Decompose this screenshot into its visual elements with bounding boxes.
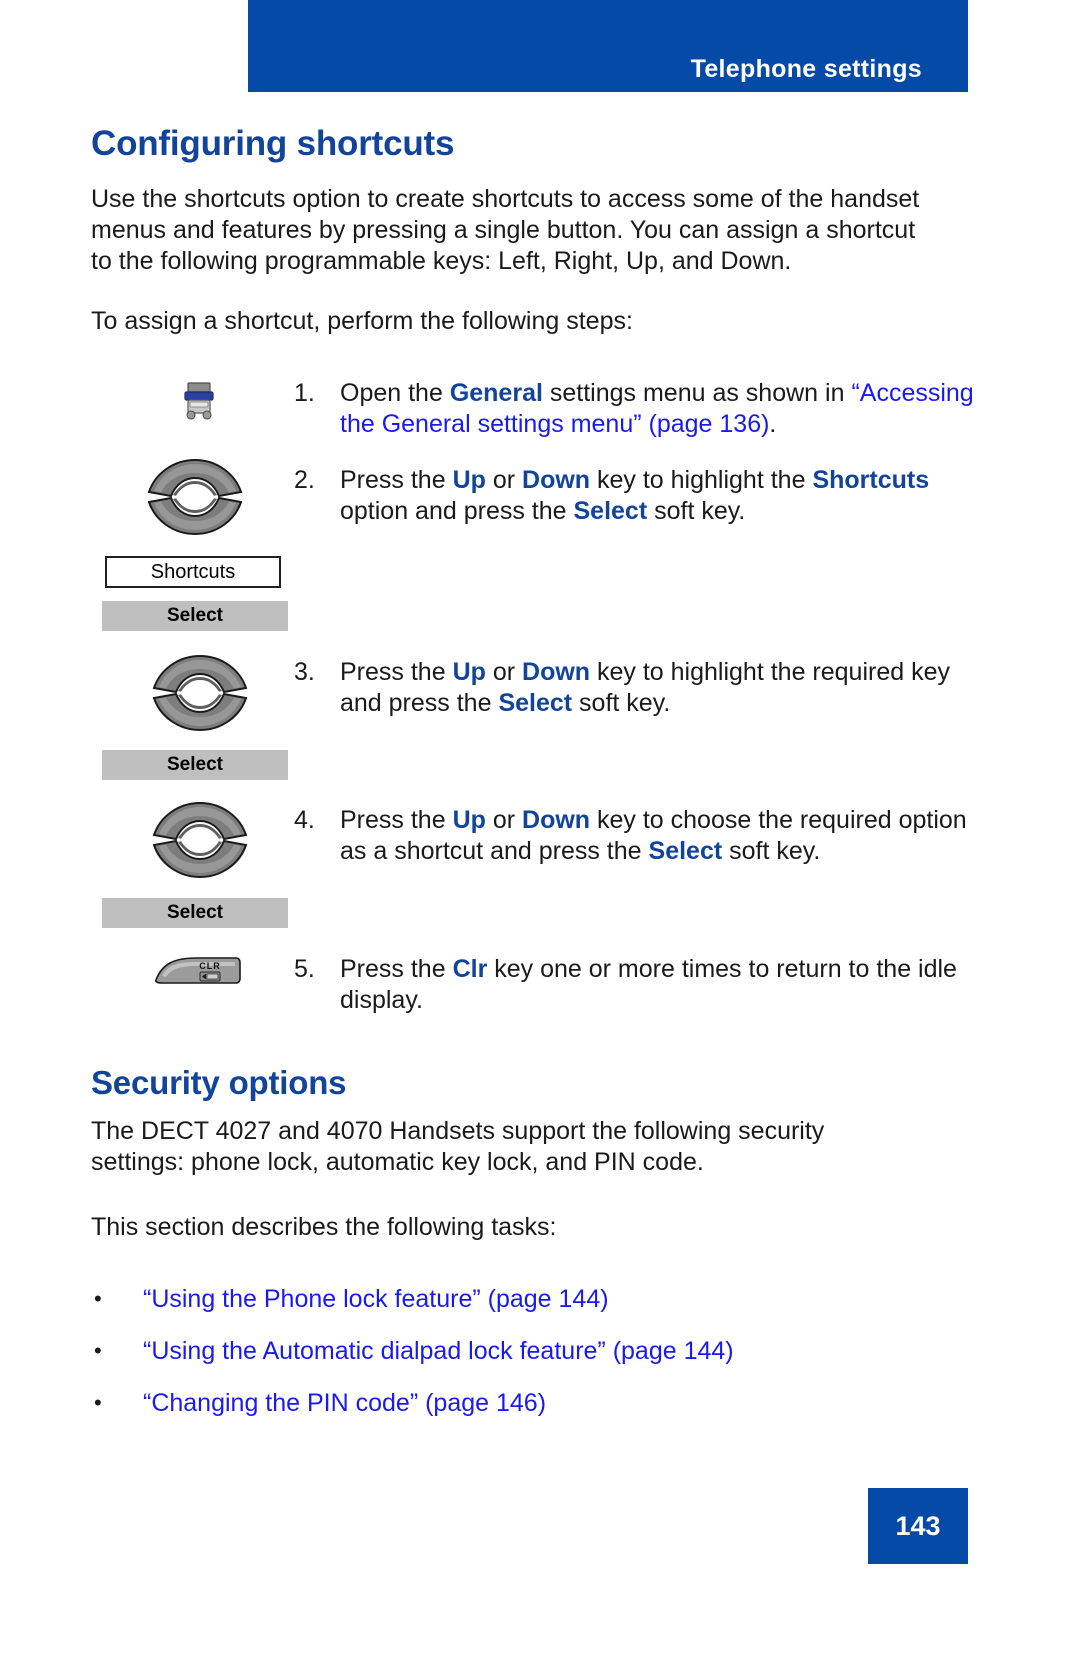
step-1-post: settings menu as shown in bbox=[542, 379, 845, 407]
softkey-select-2[interactable]: Select bbox=[102, 750, 288, 780]
step-4: 4. Press the Up or Down key to choose th… bbox=[294, 805, 980, 867]
bullet-dot-icon: • bbox=[94, 1390, 102, 1415]
step-2-number: 2. bbox=[294, 466, 315, 494]
step-5-bold-clr: Clr bbox=[452, 955, 488, 983]
intro-paragraph: Use the shortcuts option to create short… bbox=[91, 185, 920, 275]
step-5-number: 5. bbox=[294, 955, 315, 983]
step-2-t4: option and press the bbox=[340, 497, 574, 525]
link-using-phone-lock-feature[interactable]: “Using the Phone lock feature” (page 144… bbox=[143, 1285, 609, 1313]
step-4-bold-up: Up bbox=[452, 806, 486, 834]
step-3-text: Press the Up or Down key to highlight th… bbox=[340, 658, 950, 717]
step-4-number: 4. bbox=[294, 806, 315, 834]
section-title-security-options: Security options bbox=[91, 1064, 347, 1101]
step-3-number: 3. bbox=[294, 658, 315, 686]
page-number: 143 bbox=[895, 1511, 941, 1541]
step-2-t3: key to highlight the bbox=[590, 466, 813, 494]
step-2-text: Press the Up or Down key to highlight th… bbox=[340, 466, 929, 525]
nav-key-pair-3 bbox=[148, 795, 252, 885]
step-5-text: Press the Clr key one or more times to r… bbox=[340, 955, 957, 1014]
step-2-t1: Press the bbox=[340, 466, 453, 494]
up-arrow-key bbox=[152, 654, 248, 694]
lead-in-paragraph: To assign a shortcut, perform the follow… bbox=[91, 307, 633, 335]
down-arrow-key bbox=[152, 839, 248, 879]
nav-key-pair-2 bbox=[148, 648, 252, 738]
security-paragraph-1: The DECT 4027 and 4070 Handsets support … bbox=[91, 1117, 825, 1176]
step-3-bold-down: Down bbox=[522, 658, 591, 686]
page-title: Configuring shortcuts bbox=[91, 124, 455, 163]
page-header-bar: Telephone settings bbox=[248, 0, 968, 92]
up-arrow-key bbox=[152, 801, 248, 841]
step-1-text: Open the General settings menu as shown … bbox=[340, 379, 974, 438]
softkey-select-3[interactable]: Select bbox=[102, 898, 288, 928]
list-item: • “Using the Phone lock feature” (page 1… bbox=[91, 1284, 971, 1314]
down-arrow-key bbox=[147, 496, 243, 536]
link-changing-pin-code[interactable]: “Changing the PIN code” (page 146) bbox=[143, 1389, 546, 1417]
step-2-bold-select: Select bbox=[573, 497, 648, 525]
menu-item-shortcuts[interactable]: Shortcuts bbox=[105, 556, 281, 588]
step-5-t1: Press the bbox=[340, 955, 453, 983]
list-item: • “Changing the PIN code” (page 146) bbox=[91, 1388, 971, 1418]
step-2-bold-down: Down bbox=[522, 466, 591, 494]
step-1-bold-general: General bbox=[449, 379, 543, 407]
step-5: 5. Press the Clr key one or more times t… bbox=[294, 954, 980, 1016]
step-4-bold-down: Down bbox=[522, 806, 591, 834]
step-4-t1: Press the bbox=[340, 806, 453, 834]
softkey-select-1[interactable]: Select bbox=[102, 601, 288, 631]
step-4-t2: or bbox=[485, 806, 523, 834]
step-4-t4: soft key. bbox=[722, 837, 821, 865]
step-1-pre: Open the bbox=[340, 379, 450, 407]
list-item: • “Using the Automatic dialpad lock feat… bbox=[91, 1336, 971, 1366]
bullet-dot-icon: • bbox=[94, 1286, 102, 1311]
step-1-link-tail: . bbox=[769, 410, 777, 438]
clr-key-graphic[interactable]: CLR bbox=[152, 954, 242, 993]
step-1-number: 1. bbox=[294, 379, 315, 407]
footer-page-number-bar: 143 bbox=[868, 1488, 968, 1564]
security-task-list: • “Using the Phone lock feature” (page 1… bbox=[91, 1284, 971, 1440]
step-2-bold-up: Up bbox=[452, 466, 486, 494]
step-2-bold-shortcuts: Shortcuts bbox=[812, 466, 930, 494]
step-2: 2. Press the Up or Down key to highlight… bbox=[294, 465, 980, 527]
step-3-t2: or bbox=[485, 658, 523, 686]
step-1: 1. Open the General settings menu as sho… bbox=[294, 378, 980, 440]
step-3-bold-select: Select bbox=[498, 689, 573, 717]
security-paragraph-2: This section describes the following tas… bbox=[91, 1213, 557, 1241]
link-using-automatic-dialpad-lock-feature[interactable]: “Using the Automatic dialpad lock featur… bbox=[143, 1337, 734, 1365]
step-4-text: Press the Up or Down key to choose the r… bbox=[340, 806, 967, 865]
bullet-dot-icon: • bbox=[94, 1338, 102, 1363]
header-title: Telephone settings bbox=[690, 55, 922, 83]
step-3-bold-up: Up bbox=[452, 658, 486, 686]
up-arrow-key bbox=[147, 458, 243, 498]
svg-text:CLR: CLR bbox=[199, 961, 221, 971]
step-3-t1: Press the bbox=[340, 658, 453, 686]
step-2-t2: or bbox=[485, 466, 523, 494]
step-2-t5: soft key. bbox=[647, 497, 746, 525]
step-4-bold-select: Select bbox=[648, 837, 723, 865]
handset-device-icon bbox=[175, 380, 223, 429]
step-3: 3. Press the Up or Down key to highlight… bbox=[294, 657, 980, 719]
nav-key-pair-1 bbox=[143, 452, 247, 542]
down-arrow-key bbox=[152, 692, 248, 732]
step-3-t4: soft key. bbox=[572, 689, 671, 717]
